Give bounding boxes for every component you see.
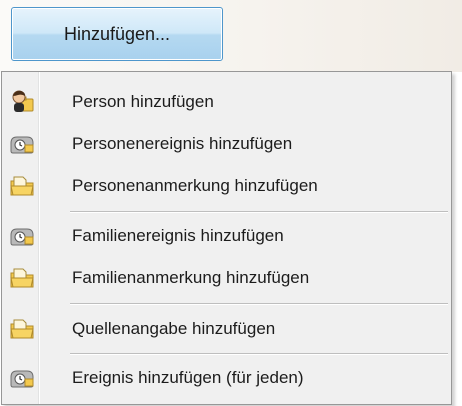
note-folder-icon (4, 165, 40, 207)
menu-item-label: Ereignis hinzufügen (für jeden) (72, 368, 304, 387)
menu-separator (70, 353, 448, 355)
add-button[interactable]: Hinzufügen... (11, 7, 223, 61)
add-button-label: Hinzufügen... (63, 23, 171, 44)
menu-item-label: Person hinzufügen (72, 92, 214, 111)
menu-item-add-event-for-each[interactable]: Ereignis hinzufügen (für jeden) (4, 357, 449, 399)
menu-item-label: Personenereignis hinzufügen (72, 134, 293, 153)
menu-separator (70, 303, 448, 305)
person-icon (4, 81, 40, 123)
menu-item-label: Familienanmerkung hinzufügen (72, 268, 310, 287)
menu-item-label: Familienereignis hinzufügen (72, 226, 284, 245)
event-icon (4, 123, 40, 165)
menu-separator (70, 211, 448, 213)
menu-item-add-family-note[interactable]: Familienanmerkung hinzufügen (4, 257, 449, 299)
menu-item-add-person-note[interactable]: Personenanmerkung hinzufügen (4, 165, 449, 207)
add-dropdown-menu: Person hinzufügen Personenereignis hinzu… (1, 71, 452, 405)
event-icon (4, 357, 40, 399)
note-folder-icon (4, 308, 40, 350)
event-icon (4, 215, 40, 257)
menu-item-add-citation[interactable]: Quellenangabe hinzufügen (4, 308, 449, 350)
menu-item-add-family-event[interactable]: Familienereignis hinzufügen (4, 215, 449, 257)
menu-item-label: Quellenangabe hinzufügen (72, 319, 276, 338)
note-folder-icon (4, 257, 40, 299)
menu-item-add-person-event[interactable]: Personenereignis hinzufügen (4, 123, 449, 165)
menu-item-add-person[interactable]: Person hinzufügen (4, 81, 449, 123)
menu-item-label: Personenanmerkung hinzufügen (72, 176, 318, 195)
